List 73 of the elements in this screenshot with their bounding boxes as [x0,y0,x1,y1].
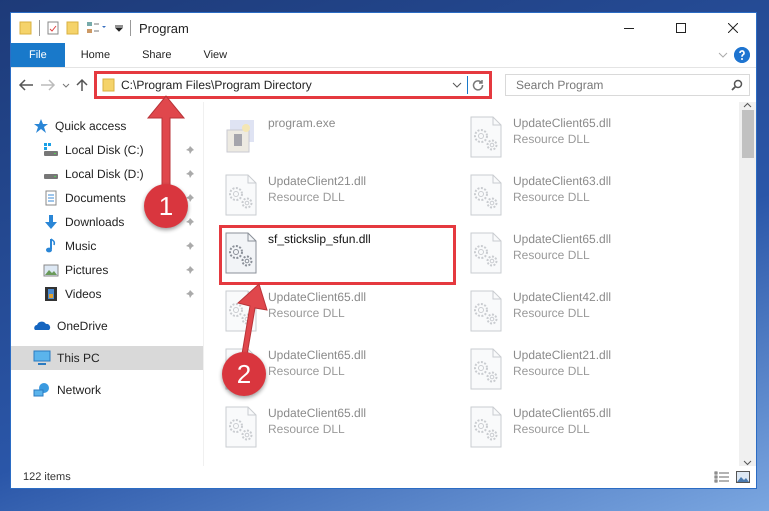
document-icon [43,190,59,206]
pin-icon[interactable] [185,241,195,251]
pin-icon[interactable] [185,169,195,179]
scrollbar-thumb[interactable] [742,110,754,158]
pin-icon[interactable] [185,217,195,227]
computer-icon [33,350,51,366]
file-type: Resource DLL [268,364,346,378]
help-icon[interactable] [734,47,750,63]
gear-file-icon [469,290,503,332]
gear-file-icon [469,116,503,158]
file-type: Resource DLL [513,306,591,320]
gear-file-icon [224,174,258,216]
sidebar-item[interactable]: Videos [43,286,102,302]
ribbon-tab[interactable]: File [11,43,65,67]
pin-icon[interactable] [185,145,195,155]
sidebar-item[interactable]: Documents [43,190,126,206]
thumbnail-view-icon[interactable] [736,471,750,483]
scrollbar[interactable] [739,102,756,466]
drive-icon [43,174,59,180]
window-title: Program [139,20,189,36]
scroll-down-icon[interactable] [743,460,752,466]
sidebar-item[interactable]: Network [33,382,102,398]
file-type: Resource DLL [513,190,591,204]
film-icon [43,286,59,302]
ribbon-tab[interactable]: Share [126,43,188,67]
up-icon[interactable] [75,78,89,92]
gear-file-icon [469,348,503,390]
folder-icon [102,78,116,92]
address-field[interactable]: C:\Program Files\Program Directory [97,74,489,96]
file-type: Resource DLL [268,190,346,204]
properties-icon[interactable] [46,21,60,35]
gear-file-icon [224,232,258,274]
file-type: Resource DLL [268,306,346,320]
pin-icon[interactable] [185,265,195,275]
sidebar-item[interactable]: Music [43,238,96,254]
maximize-icon[interactable] [676,23,686,33]
ribbon-tab[interactable]: View [187,43,244,67]
network-icon [33,382,51,398]
gear-file-icon [469,406,503,448]
download-icon [43,214,59,230]
file-type: Resource DLL [513,364,591,378]
details-view-icon[interactable] [714,471,730,483]
search-field[interactable]: Search Program [505,74,750,96]
view-icon[interactable] [86,21,108,35]
file-type: Resource DLL [268,422,346,436]
item-count: 122 items [23,471,71,483]
pin-icon[interactable] [185,193,195,203]
sidebar-item[interactable]: Downloads [43,214,124,230]
sidebar-item[interactable]: OneDrive [33,318,108,334]
refresh-icon[interactable] [472,79,484,91]
file-type: Resource DLL [513,422,591,436]
sidebar-item[interactable]: This PC [33,350,100,366]
ribbon-tab[interactable]: Home [64,43,126,67]
dropdown-icon[interactable] [452,82,462,88]
file-name[interactable]: sf_stickslip_sfun.dll [268,232,371,246]
file-type: Resource DLL [513,132,591,146]
sidebar-item[interactable]: Quick access [33,118,126,134]
expand-ribbon-icon[interactable] [718,52,728,58]
sidebar-item[interactable]: Local Disk (D:) [43,167,144,181]
picture-icon [43,262,59,278]
gear-file-icon [469,232,503,274]
back-icon[interactable] [17,78,35,92]
pin-icon[interactable] [185,289,195,299]
sidebar-item[interactable]: Pictures [43,262,108,278]
search-icon[interactable] [731,79,743,91]
close-icon[interactable] [728,23,738,33]
gear-file-icon [224,406,258,448]
file-type: Resource DLL [513,248,591,262]
drive-icon [43,142,59,158]
sidebar-item[interactable]: Local Disk (C:) [43,142,144,158]
star-icon [33,118,49,134]
gear-file-icon [469,174,503,216]
scroll-up-icon[interactable] [743,102,752,108]
